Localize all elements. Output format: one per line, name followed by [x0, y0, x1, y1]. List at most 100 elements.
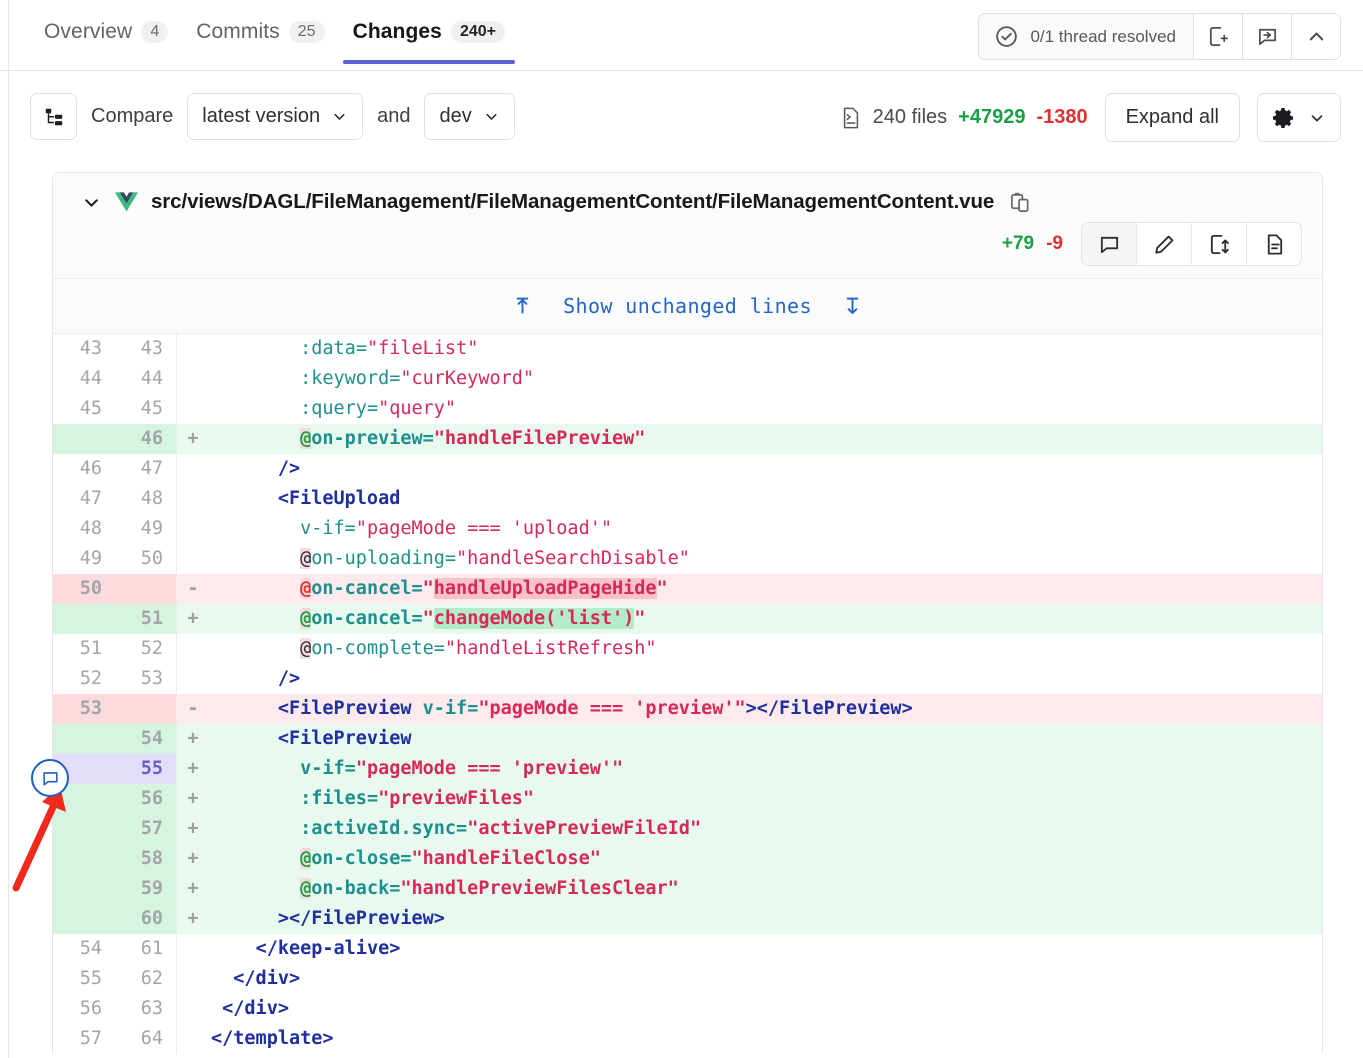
old-line-number[interactable]: 46 [53, 454, 115, 484]
file-tree-toggle-button[interactable] [30, 93, 77, 140]
new-line-number[interactable]: 55 [115, 754, 177, 784]
new-line-number[interactable]: 60 [115, 904, 177, 934]
new-line-number[interactable]: 59 [115, 874, 177, 904]
diff-row: 47 48 <FileUpload [53, 484, 1322, 514]
code-token: "previewFiles" [378, 788, 535, 809]
old-line-number[interactable]: 53 [53, 694, 115, 724]
old-line-number[interactable]: 51 [53, 634, 115, 664]
new-line-number[interactable] [115, 574, 177, 604]
diff-source-line: ></FilePreview> [209, 904, 1322, 934]
old-line-number[interactable]: 54 [53, 934, 115, 964]
code-token: on-complete [311, 638, 434, 659]
comment-bubble-icon [41, 769, 60, 788]
tab-overview-count: 4 [141, 21, 169, 43]
old-line-number[interactable]: 57 [53, 1024, 115, 1054]
old-line-number[interactable] [53, 874, 115, 904]
new-line-number[interactable]: 43 [115, 334, 177, 364]
old-line-number[interactable] [53, 604, 115, 634]
code-token: = [389, 368, 401, 389]
compare-controls: Compare latest version and dev [30, 93, 515, 140]
old-line-number[interactable]: 55 [53, 964, 115, 994]
file-diff-card: src/views/DAGL/FileManagement/FileManage… [52, 172, 1323, 1054]
diff-line-wrap: 43 43 :data="fileList" [53, 334, 1322, 364]
code-token: /> [277, 458, 301, 479]
tab-overview[interactable]: Overview 4 [30, 12, 182, 64]
old-line-number[interactable]: 44 [53, 364, 115, 394]
new-line-number[interactable]: 62 [115, 964, 177, 994]
new-line-number[interactable]: 63 [115, 994, 177, 1024]
old-line-number[interactable]: 56 [53, 994, 115, 1024]
copy-path-icon[interactable] [1010, 191, 1031, 214]
new-line-number[interactable]: 54 [115, 724, 177, 754]
add-note-button[interactable] [1193, 14, 1242, 59]
old-line-number[interactable] [53, 904, 115, 934]
old-line-number[interactable]: 52 [53, 664, 115, 694]
code-token: <FileUpload [277, 488, 401, 509]
tab-changes[interactable]: Changes 240+ [339, 12, 519, 64]
file-detail-button[interactable] [1246, 223, 1301, 265]
code-token: </keep-alive> [255, 938, 401, 959]
new-line-number[interactable]: 47 [115, 454, 177, 484]
diff-line-wrap: 58 + @on-close="handleFileClose" [53, 844, 1322, 874]
tab-commits-label: Commits [196, 20, 280, 43]
new-line-number[interactable]: 56 [115, 784, 177, 814]
version-select[interactable]: latest version [187, 93, 364, 140]
new-line-number[interactable]: 49 [115, 514, 177, 544]
old-line-number[interactable] [53, 814, 115, 844]
diff-line-wrap: 46 47 /> [53, 454, 1322, 484]
new-line-number[interactable]: 45 [115, 394, 177, 424]
new-line-number[interactable]: 46 [115, 424, 177, 454]
inline-comment-marker-button[interactable] [31, 759, 69, 797]
collapse-header-button[interactable] [1291, 14, 1340, 59]
diff-source-line: :data="fileList" [209, 334, 1322, 364]
old-line-number[interactable] [53, 844, 115, 874]
new-line-number[interactable]: 64 [115, 1024, 177, 1054]
old-line-number[interactable] [53, 424, 115, 454]
expand-all-button[interactable]: Expand all [1104, 93, 1240, 142]
file-diff-icon [840, 106, 862, 130]
code-token: "handleListRefresh" [444, 638, 657, 659]
show-unchanged-lines-bar[interactable]: Show unchanged lines [53, 279, 1322, 334]
diff-source-line: </keep-alive> [209, 934, 1322, 964]
diff-settings-button[interactable] [1257, 93, 1341, 142]
diff-sign [177, 454, 209, 484]
expand-down-icon[interactable] [842, 296, 863, 317]
code-token: " [422, 578, 434, 599]
diff-line-wrap: 56 63 </div> [53, 994, 1322, 1024]
file-comment-button[interactable] [1082, 223, 1136, 265]
new-line-number[interactable] [115, 694, 177, 724]
new-line-number[interactable]: 51 [115, 604, 177, 634]
new-line-number[interactable]: 53 [115, 664, 177, 694]
file-collapse-toggle[interactable] [81, 192, 102, 213]
jump-to-comment-button[interactable] [1242, 14, 1291, 59]
old-line-number[interactable]: 47 [53, 484, 115, 514]
old-line-number[interactable]: 49 [53, 544, 115, 574]
new-line-number[interactable]: 58 [115, 844, 177, 874]
tab-commits[interactable]: Commits 25 [182, 12, 338, 64]
diff-row: 57 64 </template> [53, 1024, 1322, 1054]
new-line-number[interactable]: 57 [115, 814, 177, 844]
diff-line-wrap: 59 + @on-back="handlePreviewFilesClear" [53, 874, 1322, 904]
thread-resolved-status[interactable]: 0/1 thread resolved [979, 14, 1193, 59]
old-line-number[interactable]: 43 [53, 334, 115, 364]
tab-changes-label: Changes [352, 20, 442, 43]
old-line-number[interactable] [53, 724, 115, 754]
new-line-number[interactable]: 52 [115, 634, 177, 664]
new-line-number[interactable]: 50 [115, 544, 177, 574]
file-edit-button[interactable] [1136, 223, 1191, 265]
view-file-button[interactable] [1191, 223, 1246, 265]
old-line-number[interactable]: 45 [53, 394, 115, 424]
new-line-number[interactable]: 61 [115, 934, 177, 964]
expand-up-icon[interactable] [512, 296, 533, 317]
new-line-number[interactable]: 44 [115, 364, 177, 394]
new-line-number[interactable]: 48 [115, 484, 177, 514]
old-line-number[interactable]: 48 [53, 514, 115, 544]
code-token: "activePreviewFileId" [467, 818, 702, 839]
branch-select[interactable]: dev [424, 93, 515, 140]
old-line-number[interactable]: 50 [53, 574, 115, 604]
show-unchanged-lines-label[interactable]: Show unchanged lines [563, 294, 812, 318]
diff-source-line: </template> [209, 1024, 1322, 1054]
code-token: <FilePreview [277, 698, 423, 719]
